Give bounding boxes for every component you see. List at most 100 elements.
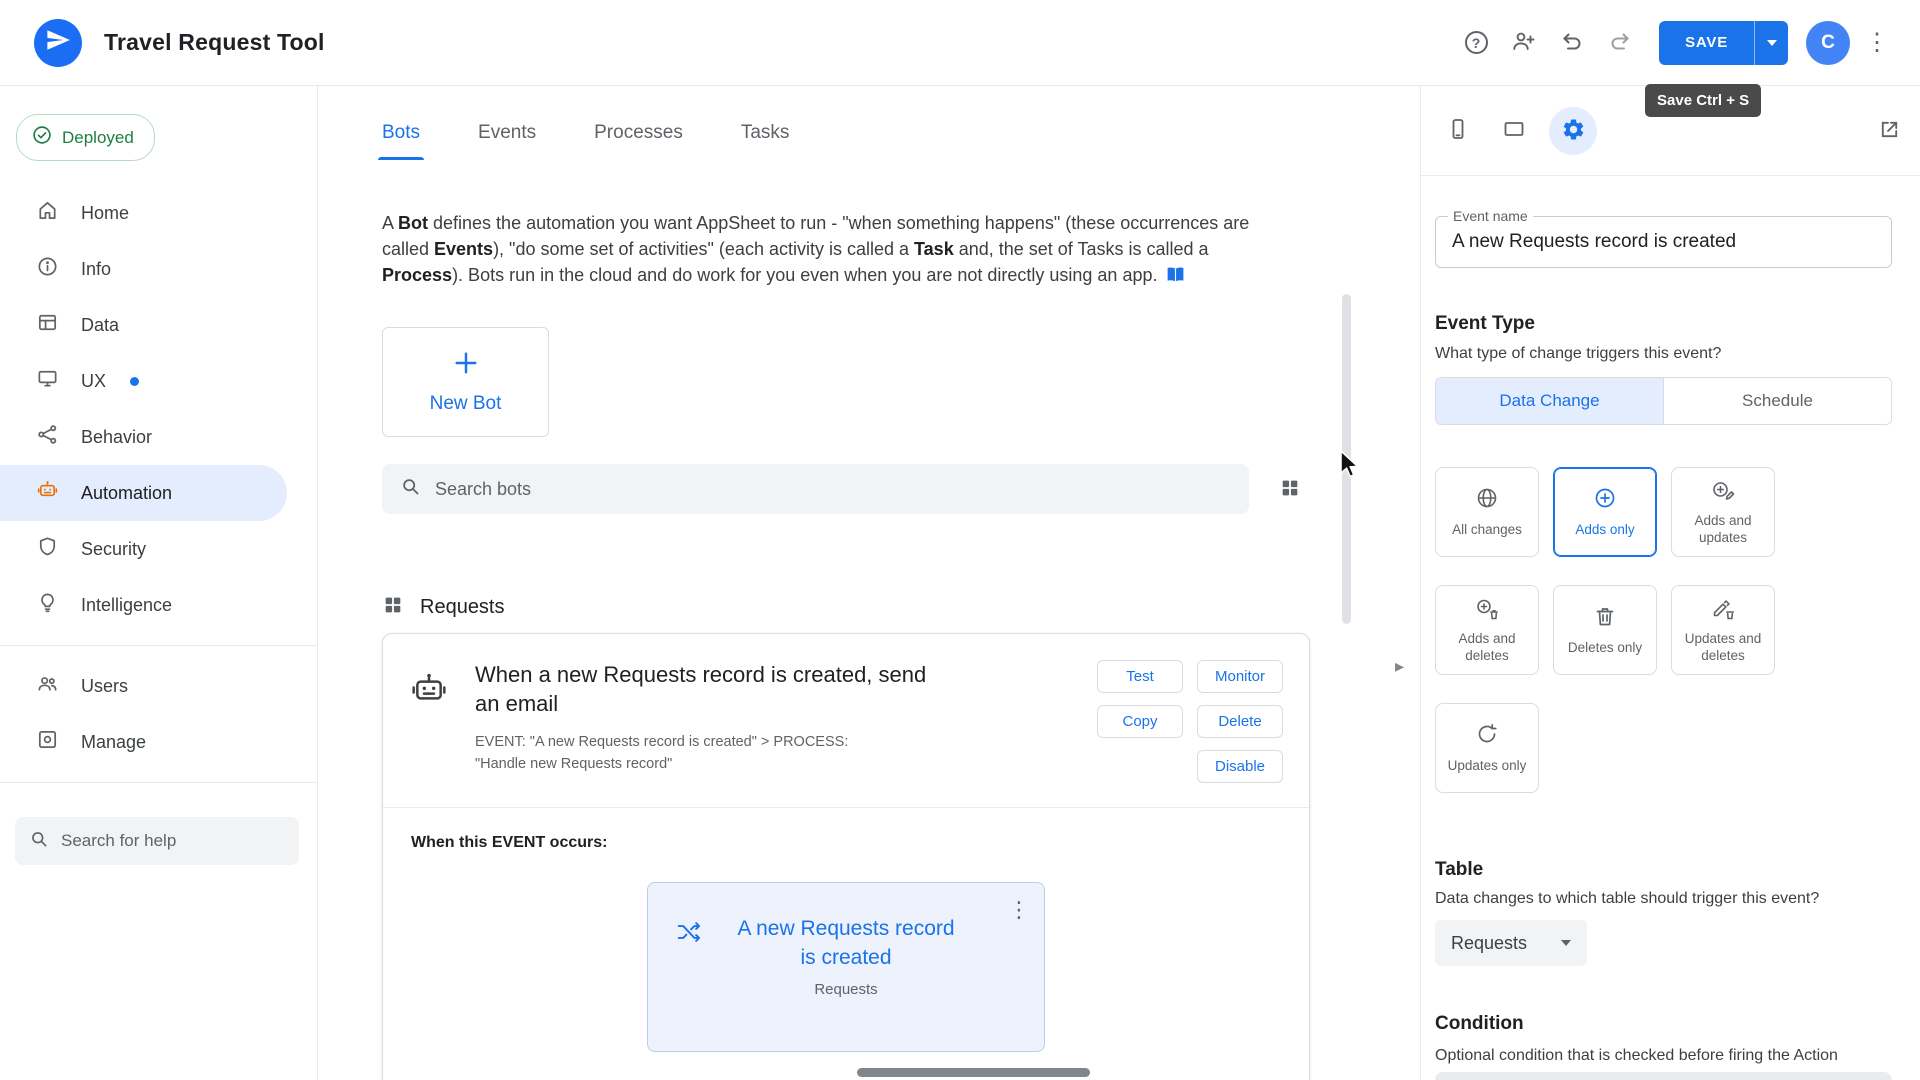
search-icon xyxy=(400,476,421,502)
manage-icon xyxy=(36,728,59,756)
add-delete-icon xyxy=(1475,596,1499,624)
check-circle-icon xyxy=(31,124,53,151)
monitor-button[interactable]: Monitor xyxy=(1197,660,1283,694)
app-title: Travel Request Tool xyxy=(104,29,325,55)
table-heading: Table xyxy=(1435,859,1484,880)
option-adds-only[interactable]: Adds only xyxy=(1553,467,1657,557)
event-name-input[interactable] xyxy=(1452,231,1875,253)
help-button[interactable]: ? xyxy=(1455,22,1497,64)
save-button-group: SAVE xyxy=(1659,20,1788,65)
sidebar: Deployed Home Info Data UX Behavior Auto… xyxy=(0,86,318,1080)
test-button[interactable]: Test xyxy=(1097,660,1183,694)
sidebar-divider xyxy=(0,782,317,783)
users-icon xyxy=(36,672,59,700)
option-all-changes[interactable]: All changes xyxy=(1435,467,1539,557)
deployed-badge[interactable]: Deployed xyxy=(16,114,155,161)
copy-button[interactable]: Copy xyxy=(1097,705,1183,739)
add-update-icon xyxy=(1711,478,1735,506)
option-updates-and-deletes[interactable]: Updates and deletes xyxy=(1671,585,1775,675)
settings-tab-button[interactable] xyxy=(1549,106,1597,155)
bot-card-header: When a new Requests record is created, s… xyxy=(383,634,1309,784)
panel-collapse-handle[interactable]: ▸ xyxy=(1395,656,1404,677)
tab-bots[interactable]: Bots xyxy=(377,122,425,160)
delete-button[interactable]: Delete xyxy=(1197,705,1283,739)
more-options-button[interactable]: ⋮ xyxy=(1856,22,1898,64)
event-name-field[interactable]: Event name xyxy=(1435,208,1892,268)
event-node-menu-button[interactable]: ⋮ xyxy=(1008,897,1030,923)
redo-button[interactable] xyxy=(1599,22,1641,64)
new-bot-button[interactable]: New Bot xyxy=(382,327,549,438)
tab-processes[interactable]: Processes xyxy=(594,122,683,160)
toggle-schedule[interactable]: Schedule xyxy=(1664,378,1891,424)
save-dropdown-button[interactable] xyxy=(1754,20,1788,65)
sidebar-item-ux[interactable]: UX xyxy=(0,353,287,409)
condition-heading: Condition xyxy=(1435,1013,1524,1034)
save-button[interactable]: SAVE xyxy=(1659,20,1754,65)
sidebar-item-data[interactable]: Data xyxy=(0,297,287,353)
sidebar-item-info[interactable]: Info xyxy=(0,241,287,297)
help-search[interactable] xyxy=(15,817,299,865)
paper-plane-icon xyxy=(45,27,71,58)
search-bots-input[interactable] xyxy=(435,478,1231,500)
automation-robot-icon xyxy=(36,479,59,507)
option-label: Adds and updates xyxy=(1694,513,1752,545)
condition-input-cut[interactable] xyxy=(1435,1072,1892,1080)
sidebar-item-label: Intelligence xyxy=(81,594,173,615)
undo-button[interactable] xyxy=(1551,22,1593,64)
tab-events[interactable]: Events xyxy=(478,122,536,160)
deployed-label: Deployed xyxy=(62,127,134,147)
disable-button[interactable]: Disable xyxy=(1197,750,1283,784)
sidebar-item-home[interactable]: Home xyxy=(0,185,287,241)
mobile-preview-button[interactable] xyxy=(1437,110,1479,152)
help-search-input[interactable] xyxy=(61,831,285,851)
sidebar-item-automation[interactable]: Automation xyxy=(0,465,287,521)
sidebar-item-intelligence[interactable]: Intelligence xyxy=(0,577,287,633)
automation-tabs: Bots Events Processes Tasks xyxy=(377,86,1420,160)
security-shield-icon xyxy=(36,535,59,563)
option-deletes-only[interactable]: Deletes only xyxy=(1553,585,1657,675)
sidebar-item-users[interactable]: Users xyxy=(0,658,287,714)
event-node[interactable]: A new Requests record is created Request… xyxy=(647,882,1045,1053)
intelligence-bulb-icon xyxy=(36,591,59,619)
event-name-label: Event name xyxy=(1448,208,1533,224)
desktop-preview-icon xyxy=(1502,117,1526,144)
user-avatar[interactable]: C xyxy=(1806,20,1850,65)
view-toggle-button[interactable] xyxy=(1269,468,1311,510)
horizontal-scrollbar[interactable] xyxy=(857,1068,1090,1077)
refresh-icon xyxy=(1475,722,1499,750)
sidebar-item-label: UX xyxy=(81,370,107,391)
person-add-icon xyxy=(1512,29,1536,56)
event-type-heading: Event Type xyxy=(1435,313,1535,334)
save-tooltip: Save Ctrl + S xyxy=(1645,84,1762,117)
option-adds-and-updates[interactable]: Adds and updates xyxy=(1671,467,1775,557)
app-logo xyxy=(34,18,82,67)
app-body: Deployed Home Info Data UX Behavior Auto… xyxy=(0,86,1920,1080)
tab-tasks[interactable]: Tasks xyxy=(741,122,790,160)
sidebar-item-security[interactable]: Security xyxy=(0,521,287,577)
sidebar-item-behavior[interactable]: Behavior xyxy=(0,409,287,465)
header-actions: ? SAVE C ⋮ xyxy=(1455,20,1898,65)
share-app-button[interactable] xyxy=(1503,22,1545,64)
toggle-data-change[interactable]: Data Change xyxy=(1436,378,1664,424)
help-icon: ? xyxy=(1464,31,1488,54)
vertical-scrollbar[interactable] xyxy=(1342,294,1351,624)
desktop-preview-button[interactable] xyxy=(1493,110,1535,152)
open-external-button[interactable] xyxy=(1868,110,1910,152)
option-adds-and-deletes[interactable]: Adds and deletes xyxy=(1435,585,1539,675)
book-icon[interactable] xyxy=(1165,264,1186,292)
event-type-toggle: Data Change Schedule xyxy=(1435,377,1892,425)
plus-icon xyxy=(452,349,480,383)
table-select-value: Requests xyxy=(1451,932,1528,953)
sidebar-item-manage[interactable]: Manage xyxy=(0,714,287,770)
more-vert-icon: ⋮ xyxy=(1865,28,1889,56)
sidebar-item-label: Behavior xyxy=(81,426,153,447)
option-label: Adds and deletes xyxy=(1458,631,1516,663)
option-updates-only[interactable]: Updates only xyxy=(1435,703,1539,793)
sidebar-divider xyxy=(0,645,317,646)
table-select[interactable]: Requests xyxy=(1435,920,1587,966)
app-header: Travel Request Tool ? SAVE C ⋮ xyxy=(0,0,1920,86)
search-bots[interactable] xyxy=(382,464,1249,515)
new-bot-label: New Bot xyxy=(429,393,502,415)
event-occurs-label: When this EVENT occurs: xyxy=(411,834,608,852)
chevron-down-icon xyxy=(1561,940,1571,946)
